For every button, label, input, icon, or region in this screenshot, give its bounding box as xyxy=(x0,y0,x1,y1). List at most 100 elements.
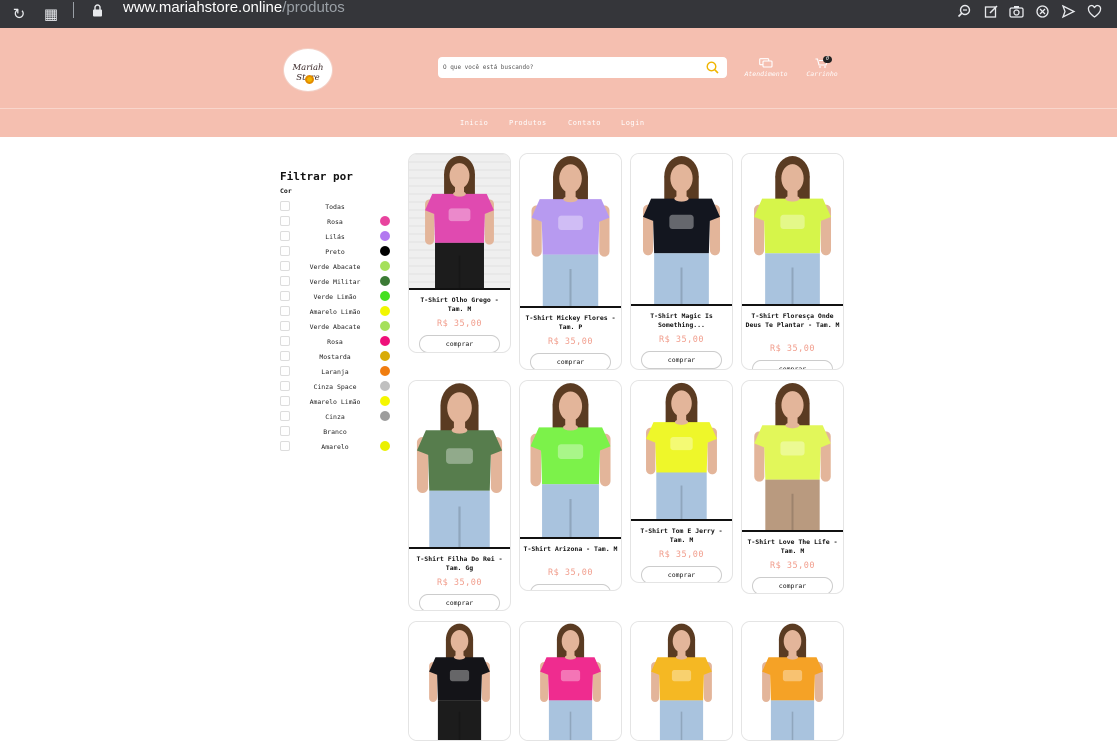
filter-checkbox[interactable] xyxy=(280,336,290,346)
filter-option-label: Lilás xyxy=(325,233,345,241)
filter-checkbox[interactable] xyxy=(280,291,290,301)
filter-checkbox[interactable] xyxy=(280,351,290,361)
address-bar[interactable]: www.mariahstore.online/produtos xyxy=(123,0,345,20)
nav-produtos[interactable]: Produtos xyxy=(509,119,547,127)
product-image[interactable] xyxy=(742,622,843,740)
comprar-button[interactable]: comprar xyxy=(752,359,833,369)
filter-checkbox[interactable] xyxy=(280,321,290,331)
product-card[interactable]: T-Shirt Arizona - Tam. M R$ 35,00 comprar xyxy=(519,380,622,591)
comprar-button[interactable]: comprar xyxy=(530,353,611,369)
product-image[interactable] xyxy=(520,154,621,308)
product-card[interactable] xyxy=(519,621,622,741)
comprar-button[interactable]: comprar xyxy=(641,351,722,369)
product-image[interactable] xyxy=(631,381,732,521)
product-card[interactable]: T-Shirt Magic Is Something... R$ 35,00 com… xyxy=(630,153,733,370)
carrinho-button[interactable]: 0 Carrinho xyxy=(804,56,840,78)
product-card[interactable] xyxy=(408,621,511,741)
filter-checkbox[interactable] xyxy=(280,441,290,451)
product-image[interactable] xyxy=(409,381,510,549)
camera-icon[interactable] xyxy=(1006,0,1026,28)
send-icon[interactable] xyxy=(1058,0,1078,28)
filter-option[interactable]: Rosa xyxy=(280,336,395,351)
nav-inicio[interactable]: Inicio xyxy=(460,119,488,127)
filter-option[interactable]: Verde Militar xyxy=(280,276,395,291)
search-icon[interactable] xyxy=(705,60,720,75)
product-price: R$ 35,00 xyxy=(770,343,815,354)
product-name[interactable]: T-Shirt Arizona - Tam. M xyxy=(523,545,618,554)
filter-option[interactable]: Amarelo xyxy=(280,441,395,456)
product-name[interactable]: T-Shirt Floresça Onde Deus Te Plantar - … xyxy=(745,312,840,329)
tabs-grid-icon[interactable]: ▦ xyxy=(41,0,61,28)
product-image[interactable] xyxy=(409,154,510,290)
search-input[interactable] xyxy=(443,57,693,78)
product-card[interactable]: T-Shirt Floresça Onde Deus Te Plantar - … xyxy=(741,153,844,370)
filter-checkbox[interactable] xyxy=(280,231,290,241)
heart-icon[interactable] xyxy=(1084,0,1104,28)
filter-option-label: Rosa xyxy=(327,338,343,346)
product-card[interactable]: T-Shirt Filha Do Rei - Tam. Gg R$ 35,00 co… xyxy=(408,380,511,611)
filter-checkbox[interactable] xyxy=(280,261,290,271)
comprar-button[interactable]: comprar xyxy=(419,335,500,352)
product-image[interactable] xyxy=(742,381,843,532)
filter-checkbox[interactable] xyxy=(280,306,290,316)
zoom-search-icon[interactable] xyxy=(954,0,974,28)
filter-option[interactable]: Cinza Space xyxy=(280,381,395,396)
filter-option[interactable]: Todas xyxy=(280,201,395,216)
filter-checkbox[interactable] xyxy=(280,276,290,286)
product-image[interactable] xyxy=(520,622,621,740)
filter-option[interactable]: Amarelo Limão xyxy=(280,306,395,321)
filter-option[interactable]: Cinza xyxy=(280,411,395,426)
filter-option[interactable]: Verde Abacate xyxy=(280,321,395,336)
nav-contato[interactable]: Contato xyxy=(568,119,601,127)
comprar-button[interactable]: comprar xyxy=(752,577,833,593)
search-box xyxy=(438,57,727,78)
product-image[interactable] xyxy=(409,622,510,740)
filter-checkbox[interactable] xyxy=(280,246,290,256)
filter-option[interactable]: Branco xyxy=(280,426,395,441)
edit-icon[interactable] xyxy=(981,0,1001,28)
color-swatch xyxy=(380,216,390,226)
filter-option[interactable]: Laranja xyxy=(280,366,395,381)
product-image[interactable] xyxy=(742,154,843,306)
product-name[interactable]: T-Shirt Love The Life - Tam. M xyxy=(745,538,840,555)
comprar-button[interactable]: comprar xyxy=(641,566,722,582)
product-image[interactable] xyxy=(631,622,732,740)
product-name[interactable]: T-Shirt Tom E Jerry - Tam. M xyxy=(634,527,729,544)
color-swatch xyxy=(380,291,390,301)
product-card[interactable]: T-Shirt Tom E Jerry - Tam. M R$ 35,00 comp… xyxy=(630,380,733,583)
product-card[interactable] xyxy=(630,621,733,741)
product-name[interactable]: T-Shirt Olho Grego - Tam. M xyxy=(412,296,507,313)
filter-option[interactable]: Amarelo Limão xyxy=(280,396,395,411)
product-card[interactable]: T-Shirt Olho Grego - Tam. M R$ 35,00 compr… xyxy=(408,153,511,353)
filter-checkbox[interactable] xyxy=(280,411,290,421)
product-name[interactable]: T-Shirt Filha Do Rei - Tam. Gg xyxy=(412,555,507,572)
filter-option[interactable]: Rosa xyxy=(280,216,395,231)
filter-option[interactable]: Verde Limão xyxy=(280,291,395,306)
product-card[interactable] xyxy=(741,621,844,741)
product-card[interactable]: T-Shirt Love The Life - Tam. M R$ 35,00 co… xyxy=(741,380,844,594)
filter-option[interactable]: Lilás xyxy=(280,231,395,246)
comprar-button[interactable]: comprar xyxy=(530,584,611,590)
block-icon[interactable] xyxy=(1032,0,1052,28)
product-name[interactable]: T-Shirt Mickey Flores - Tam. P xyxy=(523,314,618,331)
color-swatch xyxy=(380,246,390,256)
comprar-button[interactable]: comprar xyxy=(419,594,500,610)
filter-option[interactable]: Preto xyxy=(280,246,395,261)
atendimento-button[interactable]: Atendimento xyxy=(743,58,789,78)
filter-checkbox[interactable] xyxy=(280,426,290,436)
store-logo[interactable]: Mariah Store xyxy=(283,48,333,92)
product-name[interactable]: T-Shirt Magic Is Something... xyxy=(634,312,729,329)
filter-option[interactable]: Mostarda xyxy=(280,351,395,366)
filter-checkbox[interactable] xyxy=(280,366,290,376)
nav-login[interactable]: Login xyxy=(621,119,645,127)
filter-option[interactable]: Verde Abacate xyxy=(280,261,395,276)
filter-checkbox[interactable] xyxy=(280,396,290,406)
filter-checkbox[interactable] xyxy=(280,381,290,391)
product-image[interactable] xyxy=(631,154,732,306)
reload-icon[interactable]: ↻ xyxy=(9,0,29,28)
product-card[interactable]: T-Shirt Mickey Flores - Tam. P R$ 35,00 co… xyxy=(519,153,622,370)
product-image[interactable] xyxy=(520,381,621,539)
filter-option-label: Verde Militar xyxy=(309,278,361,286)
filter-checkbox[interactable] xyxy=(280,201,290,211)
filter-checkbox[interactable] xyxy=(280,216,290,226)
